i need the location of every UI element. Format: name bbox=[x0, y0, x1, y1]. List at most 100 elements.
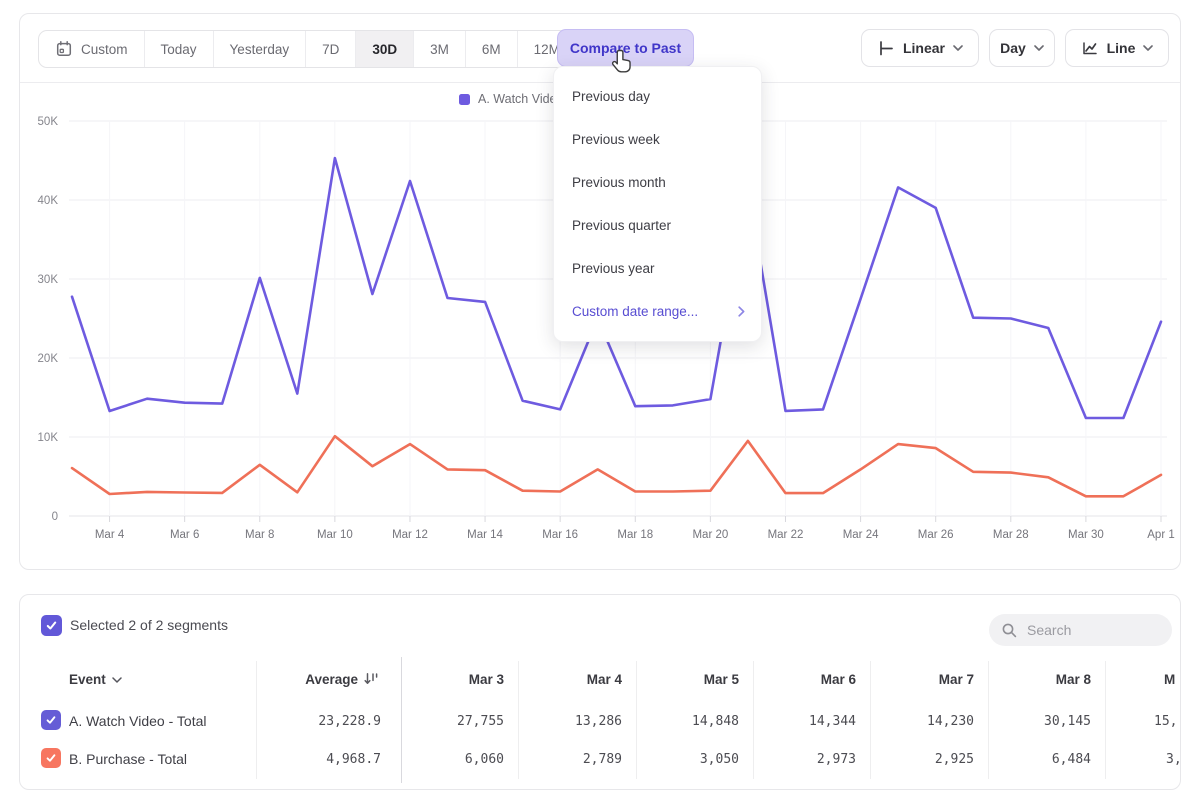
chart-type-label: Line bbox=[1107, 40, 1136, 56]
x-axis-tick-label: Mar 6 bbox=[170, 529, 199, 541]
table-cell: 2,789 bbox=[512, 752, 622, 767]
date-column-header-mar-3[interactable]: Mar 3 bbox=[394, 672, 504, 687]
menu-item-previous-day[interactable]: Previous day bbox=[554, 75, 761, 118]
y-axis-tick-label: 20K bbox=[38, 353, 59, 365]
select-all-checkbox[interactable] bbox=[41, 615, 62, 636]
calendar-icon bbox=[55, 40, 73, 58]
y-axis-tick-label: 0 bbox=[52, 511, 58, 523]
average-value-cell: 23,228.9 bbox=[271, 714, 381, 729]
x-axis-tick-label: Mar 18 bbox=[617, 529, 653, 541]
selected-segments-label: Selected 2 of 2 segments bbox=[70, 617, 228, 633]
chevron-down-icon bbox=[953, 45, 963, 51]
range-label: Today bbox=[161, 42, 197, 57]
menu-item-previous-month[interactable]: Previous month bbox=[554, 161, 761, 204]
range-label: 7D bbox=[322, 42, 339, 57]
event-header-label: Event bbox=[69, 672, 106, 687]
y-axis-tick-label: 40K bbox=[38, 195, 59, 207]
chevron-down-icon bbox=[1143, 45, 1153, 51]
range-label: 3M bbox=[430, 42, 449, 57]
x-axis-tick-label: Mar 30 bbox=[1068, 529, 1104, 541]
menu-item-previous-week[interactable]: Previous week bbox=[554, 118, 761, 161]
range-button-today[interactable]: Today bbox=[145, 31, 214, 67]
menu-item-custom-date-range[interactable]: Custom date range... bbox=[554, 290, 761, 333]
table-cell: 6,060 bbox=[394, 752, 504, 767]
x-axis-tick-label: Apr 1 bbox=[1147, 529, 1175, 541]
clipped-table-cell: 3, bbox=[1166, 752, 1181, 767]
range-button-custom[interactable]: Custom bbox=[39, 31, 145, 67]
search-icon bbox=[1001, 622, 1018, 639]
table-cell: 3,050 bbox=[629, 752, 739, 767]
chevron-right-icon bbox=[738, 306, 745, 317]
segment-checkbox[interactable] bbox=[41, 748, 61, 768]
y-axis-tick-label: 10K bbox=[38, 432, 59, 444]
date-column-header-mar-7[interactable]: Mar 7 bbox=[864, 672, 974, 687]
x-axis-tick-label: Mar 22 bbox=[768, 529, 804, 541]
mouse-cursor-pointer-icon bbox=[610, 48, 636, 79]
line-chart-icon bbox=[1081, 39, 1099, 57]
average-value-cell: 4,968.7 bbox=[271, 752, 381, 767]
x-axis-tick-label: Mar 4 bbox=[95, 529, 125, 541]
range-button-30d[interactable]: 30D bbox=[356, 31, 414, 67]
x-axis-tick-label: Mar 12 bbox=[392, 529, 428, 541]
x-axis-tick-label: Mar 10 bbox=[317, 529, 353, 541]
average-column-header[interactable]: Average bbox=[248, 672, 358, 687]
range-label: 30D bbox=[372, 42, 397, 57]
scale-dropdown-button[interactable]: Linear bbox=[861, 29, 979, 67]
search-input[interactable]: Search bbox=[989, 614, 1172, 646]
chevron-down-icon bbox=[1034, 45, 1044, 51]
analytics-dashboard: CustomTodayYesterday7D30D3M6M12M Compare… bbox=[0, 0, 1200, 802]
series-a-swatch bbox=[459, 94, 470, 105]
table-cell: 14,230 bbox=[864, 714, 974, 729]
date-column-header-mar-6[interactable]: Mar 6 bbox=[746, 672, 856, 687]
range-label: Custom bbox=[81, 42, 128, 57]
y-axis-tick-label: 50K bbox=[38, 116, 59, 128]
x-axis-tick-label: Mar 8 bbox=[245, 529, 274, 541]
x-axis-tick-label: Mar 20 bbox=[692, 529, 728, 541]
range-button-yesterday[interactable]: Yesterday bbox=[214, 31, 307, 67]
interval-dropdown-button[interactable]: Day bbox=[989, 29, 1055, 67]
clipped-date-column-header: M bbox=[1164, 672, 1175, 687]
table-cell: 6,484 bbox=[981, 752, 1091, 767]
column-divider bbox=[256, 661, 257, 779]
date-column-header-mar-8[interactable]: Mar 8 bbox=[981, 672, 1091, 687]
table-cell: 14,344 bbox=[746, 714, 856, 729]
custom-date-range-label: Custom date range... bbox=[572, 304, 698, 319]
linear-scale-icon bbox=[877, 39, 895, 57]
table-cell: 14,848 bbox=[629, 714, 739, 729]
search-placeholder: Search bbox=[1027, 622, 1071, 638]
x-axis-tick-label: Mar 24 bbox=[843, 529, 879, 541]
chevron-down-icon bbox=[112, 677, 122, 683]
interval-label: Day bbox=[1000, 40, 1026, 56]
column-divider bbox=[1105, 661, 1106, 779]
x-axis-tick-label: Mar 28 bbox=[993, 529, 1029, 541]
table-cell: 30,145 bbox=[981, 714, 1091, 729]
date-column-header-mar-5[interactable]: Mar 5 bbox=[629, 672, 739, 687]
x-axis-tick-label: Mar 16 bbox=[542, 529, 578, 541]
range-label: 12M bbox=[534, 42, 560, 57]
table-cell: 2,973 bbox=[746, 752, 856, 767]
range-button-6m[interactable]: 6M bbox=[466, 31, 518, 67]
series-b-line[interactable] bbox=[72, 436, 1161, 496]
y-axis-tick-label: 30K bbox=[38, 274, 59, 286]
segments-table-panel: Selected 2 of 2 segments Search Event Av… bbox=[19, 594, 1181, 790]
menu-item-previous-quarter[interactable]: Previous quarter bbox=[554, 204, 761, 247]
chart-type-dropdown-button[interactable]: Line bbox=[1065, 29, 1169, 67]
x-axis-tick-label: Mar 14 bbox=[467, 529, 503, 541]
scale-label: Linear bbox=[903, 40, 945, 56]
segment-label: A. Watch Video - Total bbox=[69, 713, 206, 729]
clipped-table-cell: 15, bbox=[1154, 714, 1177, 729]
range-label: Yesterday bbox=[230, 42, 290, 57]
event-column-header[interactable]: Event bbox=[69, 672, 122, 687]
range-button-3m[interactable]: 3M bbox=[414, 31, 466, 67]
compare-to-past-menu: Previous dayPrevious weekPrevious monthP… bbox=[553, 66, 762, 342]
range-label: 6M bbox=[482, 42, 501, 57]
sort-descending-icon[interactable] bbox=[363, 671, 380, 693]
date-column-header-mar-4[interactable]: Mar 4 bbox=[512, 672, 622, 687]
range-button-7d[interactable]: 7D bbox=[306, 31, 356, 67]
table-cell: 13,286 bbox=[512, 714, 622, 729]
segment-label: B. Purchase - Total bbox=[69, 751, 187, 767]
segment-checkbox[interactable] bbox=[41, 710, 61, 730]
table-cell: 2,925 bbox=[864, 752, 974, 767]
x-axis-tick-label: Mar 26 bbox=[918, 529, 954, 541]
menu-item-previous-year[interactable]: Previous year bbox=[554, 247, 761, 290]
